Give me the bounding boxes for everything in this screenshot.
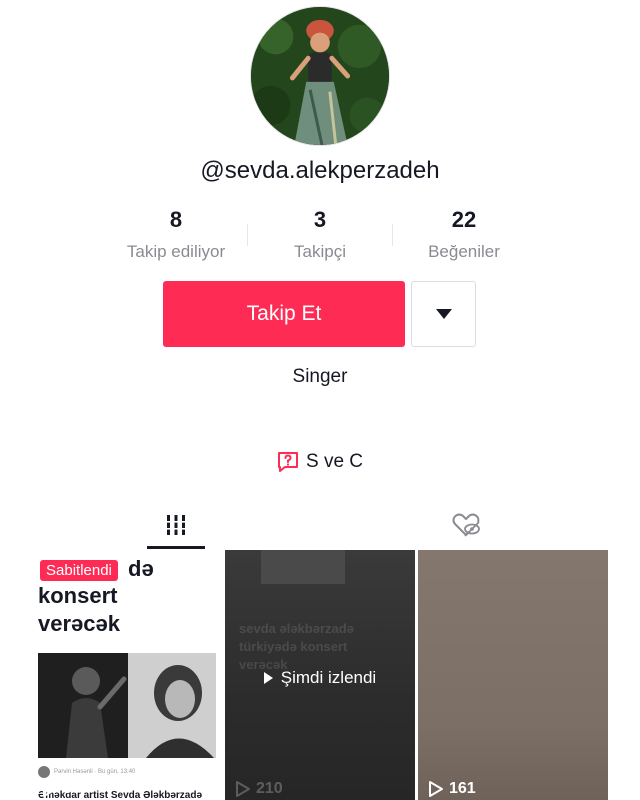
- active-tab-indicator: [147, 546, 205, 549]
- heart-hidden-icon: [452, 513, 480, 537]
- play-outline-icon: [236, 781, 250, 797]
- thumbnail-background: [261, 550, 345, 584]
- article-meta-text: Pərvin Həsənli · Bu gün, 13:40: [54, 769, 136, 775]
- thumbnail-background-text: sevda ələkbərzadə türkiyədə konsert verə…: [239, 620, 354, 674]
- author-avatar: [38, 766, 50, 778]
- avatar-photo: [251, 7, 389, 145]
- caret-down-icon: [435, 309, 452, 319]
- video-grid: də Sabitlendi konsert verəcək Pərvin Həs…: [32, 550, 608, 800]
- video-thumbnail[interactable]: 161: [418, 550, 608, 800]
- view-count: 161: [428, 780, 476, 798]
- thumbnail-background-line: sevda ələkbərzadə: [239, 621, 354, 636]
- qa-label: S ve C: [306, 451, 364, 472]
- thumbnail-headline-line: verəcək: [38, 611, 120, 636]
- profile-avatar[interactable]: [250, 6, 390, 146]
- qa-link[interactable]: S ve C: [276, 449, 363, 475]
- thumbnail-background-line: türkiyədə konsert: [239, 639, 348, 654]
- view-count: 210: [235, 780, 283, 798]
- username: @sevda.alekperzadeh: [200, 157, 440, 184]
- tab-videos[interactable]: [147, 500, 205, 550]
- watched-indicator: Şimdi izlendi: [225, 668, 415, 688]
- thumbnail-headline-top: də: [128, 556, 154, 581]
- thumbnail-image: [38, 653, 216, 758]
- stat-followers[interactable]: 3 Takipçi: [240, 206, 400, 262]
- thumbnail-photo: [38, 653, 216, 758]
- stat-likes-count: 22: [451, 207, 477, 232]
- profile-tabs: [32, 500, 608, 550]
- video-thumbnail[interactable]: də Sabitlendi konsert verəcək Pərvin Həs…: [32, 550, 222, 800]
- thumbnail-headline: konsert verəcək: [38, 582, 120, 638]
- tab-liked[interactable]: [437, 500, 495, 550]
- play-outline-icon: [43, 781, 57, 797]
- stat-following-label: Takip ediliyor: [126, 242, 226, 261]
- view-count-value: 38: [63, 780, 81, 797]
- stat-likes-label: Beğeniler: [428, 242, 500, 261]
- view-count-value: 210: [256, 780, 283, 797]
- suggested-accounts-dropdown-button[interactable]: [411, 281, 476, 347]
- stat-likes[interactable]: 22 Beğeniler: [384, 206, 544, 262]
- play-outline-icon: [429, 781, 443, 797]
- watched-label: Şimdi izlendi: [280, 668, 377, 687]
- play-icon: [263, 672, 273, 684]
- view-count-value: 161: [449, 780, 476, 797]
- follow-button[interactable]: Takip Et: [163, 281, 405, 347]
- stat-following[interactable]: 8 Takip ediliyor: [96, 206, 256, 262]
- stat-followers-label: Takipçi: [294, 242, 346, 261]
- thumbnail-headline-line: konsert: [38, 583, 118, 608]
- video-thumbnail[interactable]: sevda ələkbərzadə türkiyədə konsert verə…: [225, 550, 415, 800]
- pinned-badge: Sabitlendi: [40, 560, 118, 581]
- article-meta: Pərvin Həsənli · Bu gün, 13:40: [38, 766, 135, 778]
- grid-bars-icon: [166, 515, 186, 535]
- question-bubble-icon: [278, 452, 298, 472]
- view-count: 38: [42, 780, 81, 798]
- profile-bio: Singer: [292, 366, 348, 387]
- stat-followers-count: 3: [313, 207, 327, 232]
- stat-following-count: 8: [169, 207, 183, 232]
